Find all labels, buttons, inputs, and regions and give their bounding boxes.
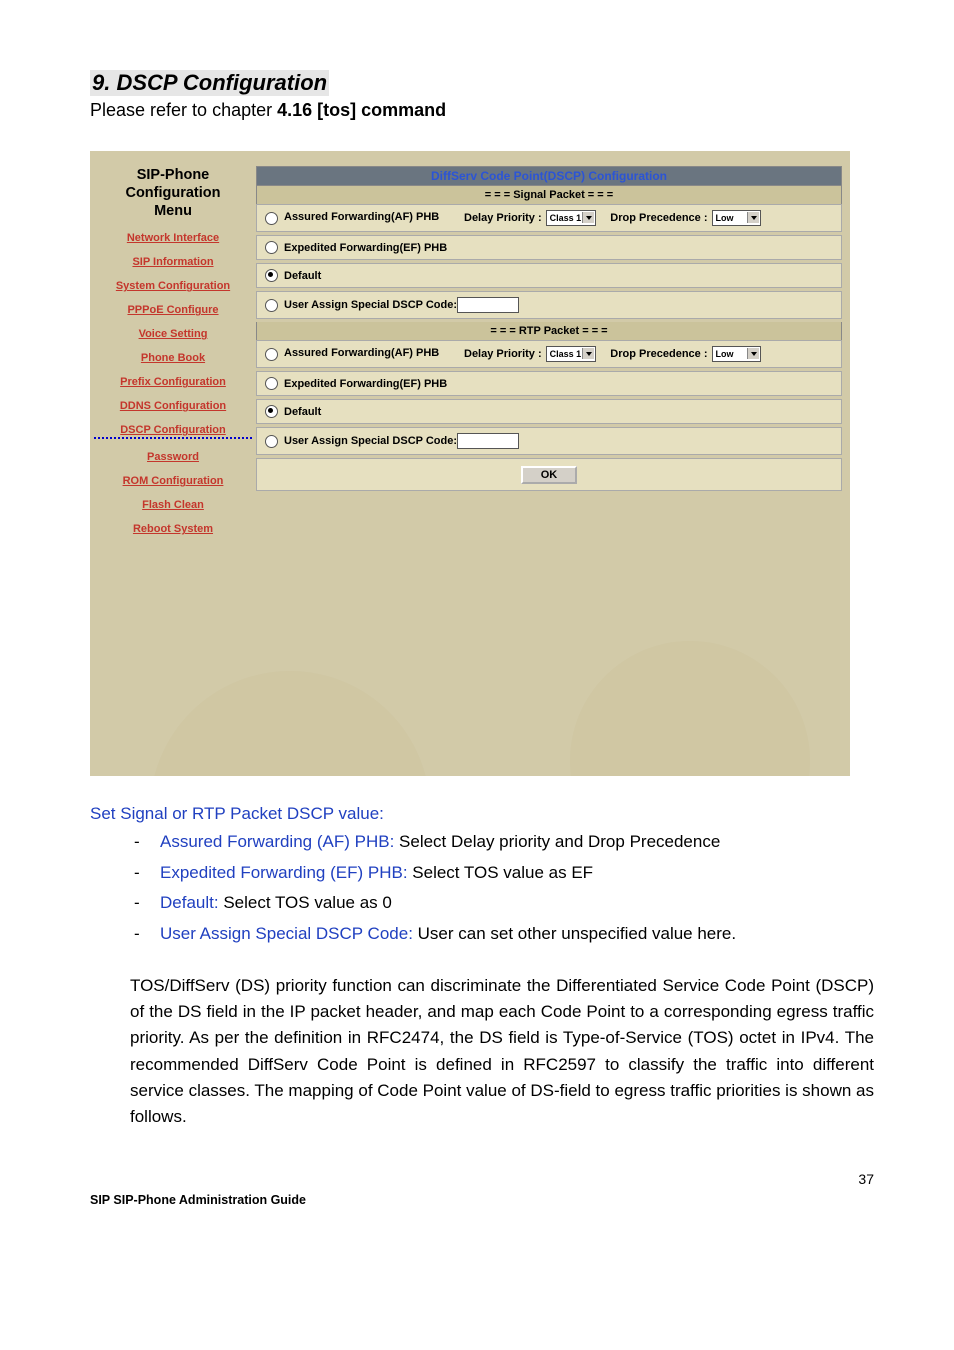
radio-icon[interactable] [265, 212, 278, 225]
page-number: 37 [90, 1171, 874, 1187]
nav-system-configuration[interactable]: System Configuration [94, 280, 252, 292]
signal-delay-select[interactable]: Class 1 [546, 210, 597, 226]
section-signal-head: = = = Signal Packet = = = [256, 186, 842, 204]
nav-voice-setting[interactable]: Voice Setting [94, 328, 252, 340]
rtp-drop-select[interactable]: Low [712, 346, 761, 362]
radio-icon[interactable] [265, 269, 278, 282]
signal-af-row[interactable]: Assured Forwarding(AF) PHB Delay Priorit… [256, 204, 842, 232]
signal-drop-select[interactable]: Low [712, 210, 761, 226]
radio-icon[interactable] [265, 348, 278, 361]
list-item: Assured Forwarding (AF) PHB: Select Dela… [130, 830, 874, 855]
panel-title: DiffServ Code Point(DSCP) Configuration [256, 166, 842, 186]
screenshot-area: SIP-Phone Configuration Menu Network Int… [90, 151, 850, 776]
radio-icon[interactable] [265, 377, 278, 390]
main-panel: DiffServ Code Point(DSCP) Configuration … [256, 151, 850, 776]
signal-ef-row[interactable]: Expedited Forwarding(EF) PHB [256, 235, 842, 260]
footer: SIP SIP-Phone Administration Guide [90, 1193, 874, 1207]
rtp-user-row[interactable]: User Assign Special DSCP Code: [256, 427, 842, 455]
signal-user-row[interactable]: User Assign Special DSCP Code: [256, 291, 842, 319]
nav-prefix-configuration[interactable]: Prefix Configuration [94, 376, 252, 388]
list-item: Default: Select TOS value as 0 [130, 891, 874, 916]
signal-default-row[interactable]: Default [256, 263, 842, 288]
nav-dscp-configuration[interactable]: DSCP Configuration [94, 424, 252, 439]
nav-password[interactable]: Password [94, 451, 252, 463]
nav-rom-configuration[interactable]: ROM Configuration [94, 475, 252, 487]
sidebar-title: SIP-Phone Configuration Menu [94, 166, 252, 220]
nav-reboot-system[interactable]: Reboot System [94, 523, 252, 535]
nav-phone-book[interactable]: Phone Book [94, 352, 252, 364]
rtp-af-row[interactable]: Assured Forwarding(AF) PHB Delay Priorit… [256, 340, 842, 368]
section-rtp-head: = = = RTP Packet = = = [256, 322, 842, 340]
nav-ddns-configuration[interactable]: DDNS Configuration [94, 400, 252, 412]
ok-row: OK [256, 458, 842, 491]
radio-icon[interactable] [265, 405, 278, 418]
page-title: 9. DSCP Configuration [90, 70, 874, 98]
rtp-delay-select[interactable]: Class 1 [546, 346, 597, 362]
rtp-user-code-input[interactable] [457, 433, 519, 449]
nav-pppoe-configure[interactable]: PPPoE Configure [94, 304, 252, 316]
nav-network-interface[interactable]: Network Interface [94, 232, 252, 244]
nav-sip-information[interactable]: SIP Information [94, 256, 252, 268]
body-paragraph: TOS/DiffServ (DS) priority function can … [130, 973, 874, 1131]
list-item: Expedited Forwarding (EF) PHB: Select TO… [130, 861, 874, 886]
radio-icon[interactable] [265, 299, 278, 312]
sidebar: SIP-Phone Configuration Menu Network Int… [90, 151, 256, 776]
ok-button[interactable]: OK [521, 466, 578, 484]
body-list: Assured Forwarding (AF) PHB: Select Dela… [130, 830, 874, 947]
rtp-ef-row[interactable]: Expedited Forwarding(EF) PHB [256, 371, 842, 396]
radio-icon[interactable] [265, 435, 278, 448]
radio-icon[interactable] [265, 241, 278, 254]
nav-flash-clean[interactable]: Flash Clean [94, 499, 252, 511]
body-intro: Set Signal or RTP Packet DSCP value: [90, 804, 874, 824]
signal-user-code-input[interactable] [457, 297, 519, 313]
subtitle: Please refer to chapter 4.16 [tos] comma… [90, 100, 874, 121]
rtp-default-row[interactable]: Default [256, 399, 842, 424]
list-item: User Assign Special DSCP Code: User can … [130, 922, 874, 947]
